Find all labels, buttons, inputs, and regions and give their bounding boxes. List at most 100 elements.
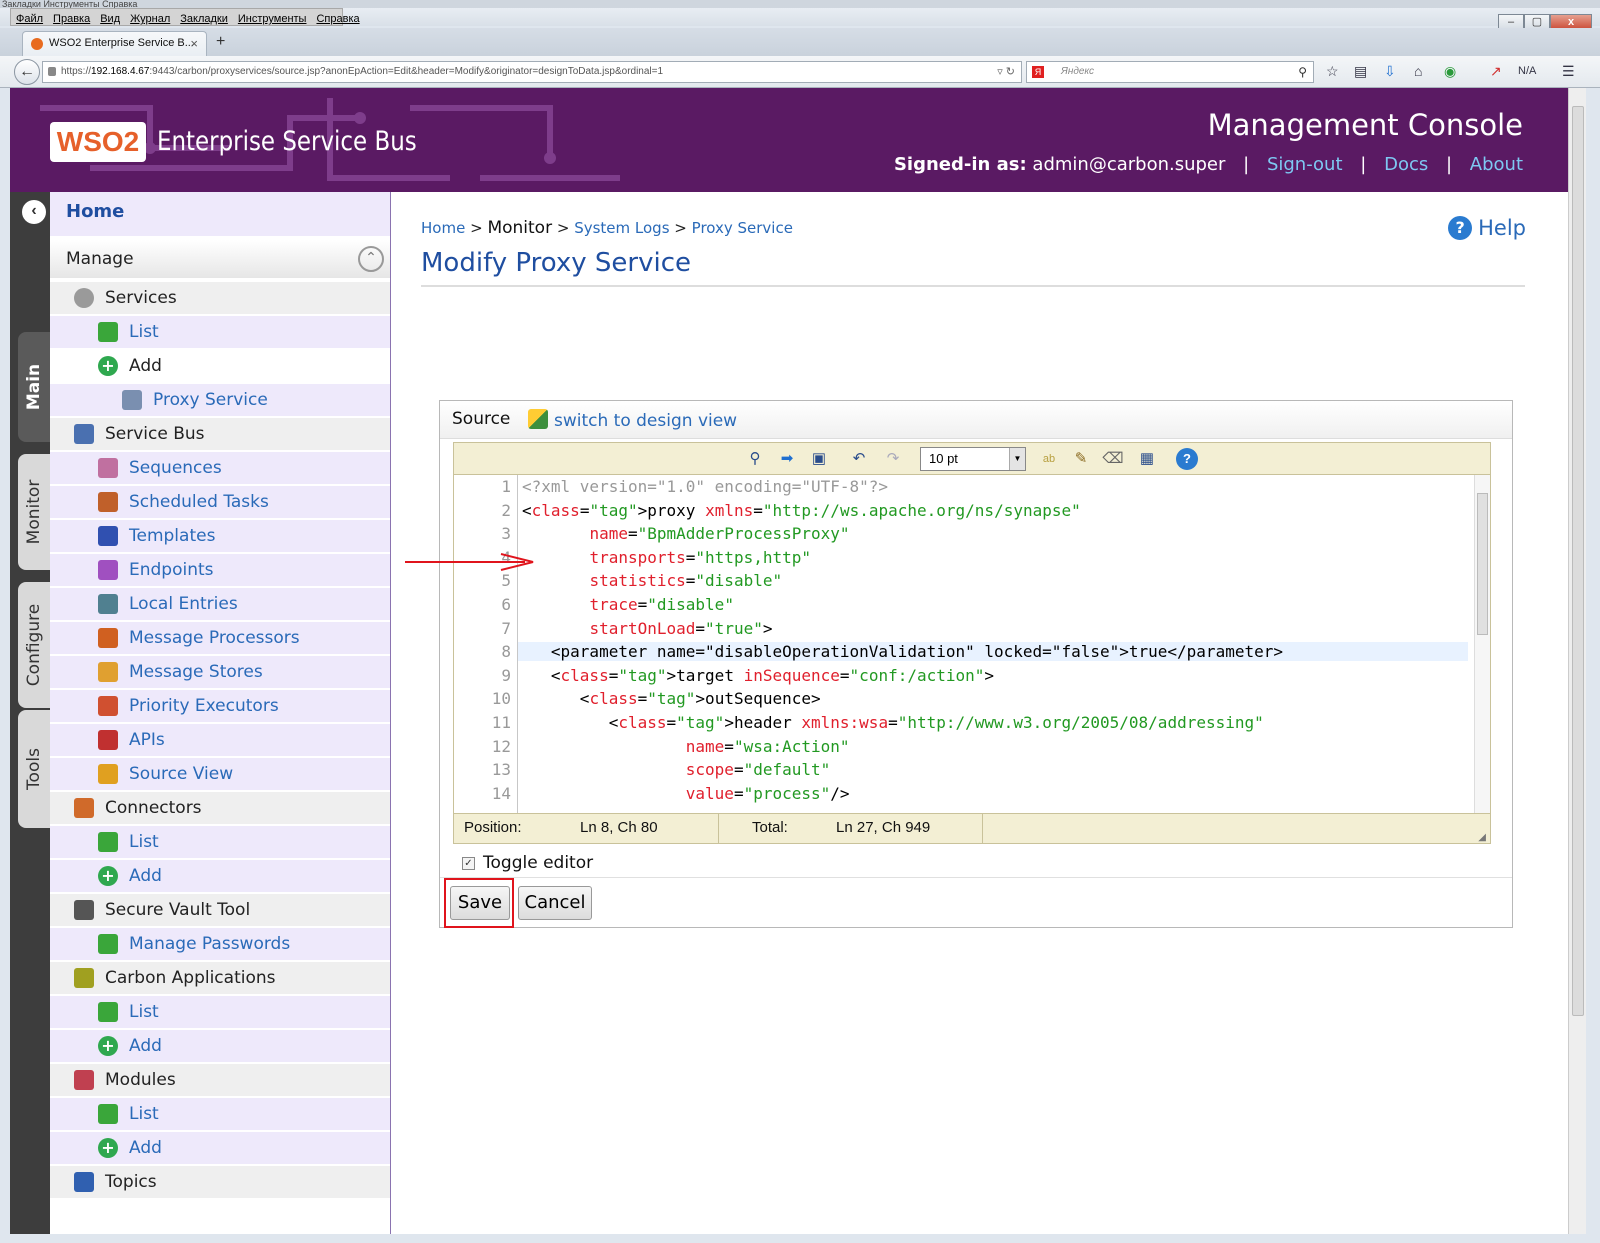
code-line-highlighted: <parameter name="disableOperationValidat… (518, 642, 1468, 662)
search-icon[interactable]: ⚲ (744, 448, 766, 470)
sidebar-item-add[interactable]: + Add (50, 350, 390, 382)
sidebar-home[interactable]: Home (50, 192, 390, 236)
code-editor[interactable]: ⚲ ➡ ▣ ↶ ↷ 10 pt ▼ ab ✎ ⌫ ▦ ? 1 2 3 4 5 6… (453, 442, 1491, 844)
editor-status-bar: Position: Ln 8, Ch 80 Total: Ln 27, Ch 9… (454, 813, 1490, 844)
sidebar-item-services[interactable]: Services (50, 282, 390, 314)
home-icon[interactable]: ⌂ (1414, 63, 1422, 79)
sidebar-item-message-processors[interactable]: Message Processors (50, 622, 390, 654)
sidebar-item-list[interactable]: List (50, 1098, 390, 1130)
tab-configure[interactable]: Configure (18, 582, 50, 708)
sidebar-item-proxy-service[interactable]: Proxy Service (50, 384, 390, 416)
sidebar-item-label: List (129, 832, 159, 852)
list-icon (98, 1002, 118, 1022)
cancel-button[interactable]: Cancel (518, 886, 592, 920)
sidebar-item-add[interactable]: + Add (50, 860, 390, 892)
save-button[interactable]: Save (450, 886, 510, 920)
collapse-sidebar-icon[interactable]: ‹ (22, 200, 46, 224)
signout-link[interactable]: Sign-out (1267, 154, 1343, 175)
crumb-proxy-service[interactable]: Proxy Service (692, 219, 793, 237)
sidebar-item-list[interactable]: List (50, 316, 390, 348)
sidebar-item-label: List (129, 322, 159, 342)
menu-help[interactable]: Справка (311, 13, 364, 25)
topics-icon (74, 1172, 94, 1192)
new-tab-button[interactable]: + (216, 33, 225, 51)
resize-grip-icon[interactable]: ◢ (1478, 824, 1486, 852)
sidebar-item-source-view[interactable]: Source View (50, 758, 390, 790)
editor-scrollbar[interactable] (1474, 475, 1490, 813)
crumb-home[interactable]: Home (421, 219, 465, 237)
sidebar-item-list[interactable]: List (50, 826, 390, 858)
menu-tools[interactable]: Инструменты (233, 13, 312, 25)
code-area[interactable]: 1 2 3 4 5 6 7 8 9 10 11 12 13 14 <?xml version="1.0" … (454, 475, 1490, 813)
switch-design-view-link[interactable]: switch to design view (528, 409, 737, 431)
sidebar-item-message-stores[interactable]: Message Stores (50, 656, 390, 688)
source-panel: Source switch to design view ⚲ ➡ ▣ ↶ ↷ 1… (439, 400, 1513, 928)
bookmark-star-icon[interactable]: ☆ (1326, 63, 1339, 80)
wso2-logo[interactable]: WSO2 Enterprise Service Bus (50, 122, 417, 162)
crumb-system-logs[interactable]: System Logs (574, 219, 669, 237)
menu-history[interactable]: Журнал (125, 13, 175, 25)
back-button[interactable]: ← (14, 59, 40, 85)
sidebar-item-local-entries[interactable]: Local Entries (50, 588, 390, 620)
browser-tab[interactable]: WSO2 Enterprise Service B... × (22, 31, 207, 56)
sidebar-item-topics[interactable]: Topics (50, 1166, 390, 1198)
editor-help-icon[interactable]: ? (1176, 448, 1198, 470)
undo-icon[interactable]: ↶ (848, 448, 870, 470)
line-number-gutter: 1 2 3 4 5 6 7 8 9 10 11 12 13 14 (454, 475, 518, 813)
menu-view[interactable]: Вид (95, 13, 125, 25)
sidebar-item-scheduled-tasks[interactable]: Scheduled Tasks (50, 486, 390, 518)
url-bar[interactable]: https://192.168.4.67:9443/carbon/proxyse… (42, 61, 1022, 83)
about-link[interactable]: About (1470, 154, 1523, 175)
sidebar-item-apis[interactable]: APIs (50, 724, 390, 756)
docs-link[interactable]: Docs (1384, 154, 1428, 175)
goto-line-icon[interactable]: ➡ (776, 448, 798, 470)
font-size-value: 10 pt (929, 451, 958, 466)
menu-bookmarks[interactable]: Закладки (175, 13, 233, 25)
word-wrap-icon[interactable]: ▦ (1136, 448, 1158, 470)
highlight-icon[interactable]: ✎ (1070, 448, 1092, 470)
extension-icon[interactable]: ◉ (1444, 63, 1456, 80)
font-size-select[interactable]: 10 pt ▼ (920, 447, 1026, 471)
redo-icon[interactable]: ↷ (882, 448, 904, 470)
scroll-thumb[interactable] (1477, 493, 1488, 635)
tab-close-icon[interactable]: × (190, 32, 198, 55)
help-link[interactable]: ? Help (1448, 216, 1526, 240)
toggle-editor-checkbox[interactable]: ✓ (462, 857, 475, 870)
tab-monitor[interactable]: Monitor (18, 454, 50, 570)
page-scroll-thumb[interactable] (1572, 106, 1584, 1016)
page-scrollbar[interactable] (1568, 88, 1586, 1234)
sidebar-item-priority-executors[interactable]: Priority Executors (50, 690, 390, 722)
menu-file[interactable]: Файл (11, 13, 48, 25)
search-input[interactable]: Я Яндекс ⚲ (1026, 61, 1314, 83)
menu-icon[interactable]: ☰ (1562, 63, 1575, 80)
sidebar-item-list[interactable]: List (50, 996, 390, 1028)
fullscreen-icon[interactable]: ▣ (808, 448, 830, 470)
sidebar-item-secure-vault-tool[interactable]: Secure Vault Tool (50, 894, 390, 926)
spellcheck-icon[interactable]: ab (1038, 448, 1060, 470)
download-icon[interactable]: ⇩ (1384, 63, 1396, 80)
menu-edit[interactable]: Правка (48, 13, 95, 25)
sidebar-item-sequences[interactable]: Sequences (50, 452, 390, 484)
sidebar-item-endpoints[interactable]: Endpoints (50, 554, 390, 586)
toggle-editor[interactable]: ✓ Toggle editor (462, 853, 593, 873)
search-icon[interactable]: ⚲ (1298, 62, 1307, 82)
eraser-icon[interactable]: ⌫ (1102, 448, 1124, 470)
sidebar-item-modules[interactable]: Modules (50, 1064, 390, 1096)
position-label: Position: (464, 819, 522, 836)
code-line: <class="tag">proxy xmlns="http://ws.apac… (522, 500, 1081, 520)
chevron-up-icon[interactable]: ⌃ (358, 246, 384, 272)
sidebar-item-connectors[interactable]: Connectors (50, 792, 390, 824)
sidebar-manage-header[interactable]: Manage ⌃ (50, 240, 390, 278)
sidebar-item-carbon-applications[interactable]: Carbon Applications (50, 962, 390, 994)
tab-main[interactable]: Main (18, 332, 50, 442)
sidebar-item-manage-passwords[interactable]: Manage Passwords (50, 928, 390, 960)
sidebar-item-add[interactable]: + Add (50, 1132, 390, 1164)
stats-icon[interactable]: ↗ (1490, 63, 1502, 80)
templates-icon (98, 526, 118, 546)
sidebar-item-service-bus[interactable]: Service Bus (50, 418, 390, 450)
tab-tools[interactable]: Tools (18, 710, 50, 828)
reading-list-icon[interactable]: ▤ (1354, 63, 1367, 80)
sidebar-item-add[interactable]: + Add (50, 1030, 390, 1062)
reload-icon[interactable]: ▿ ↻ (997, 62, 1015, 82)
sidebar-item-templates[interactable]: Templates (50, 520, 390, 552)
